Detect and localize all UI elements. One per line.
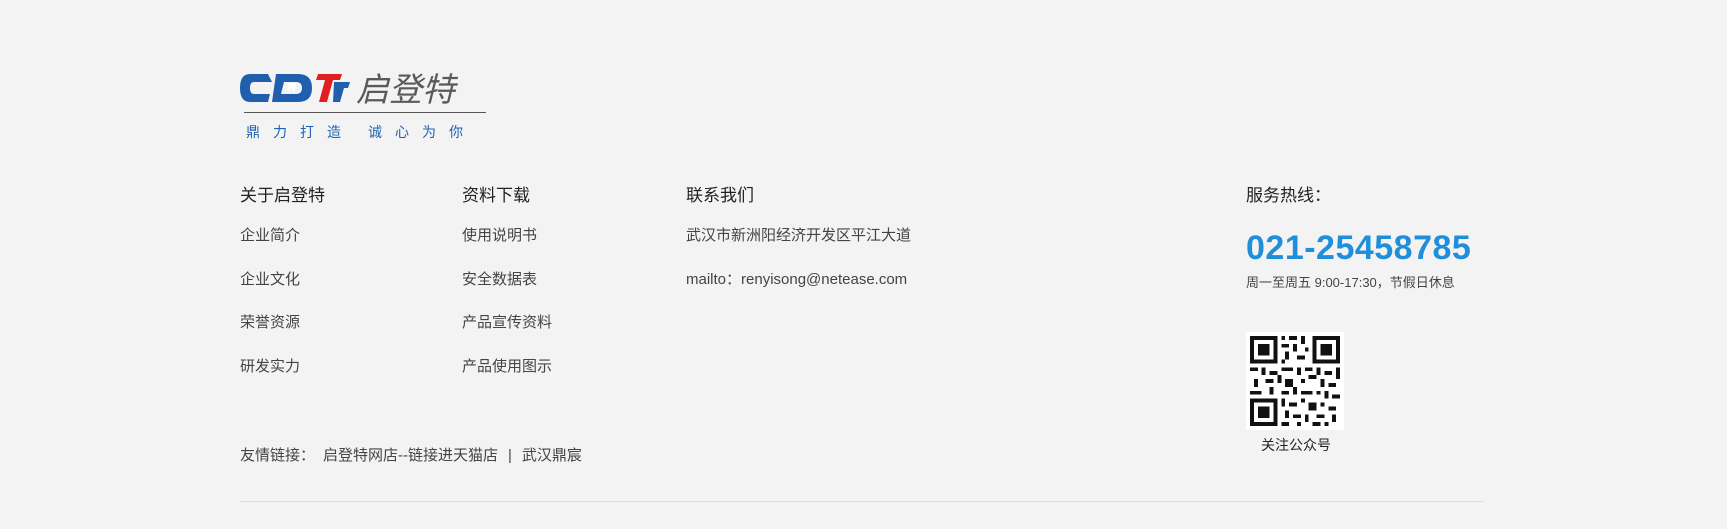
about-item-culture[interactable]: 企业文化 (240, 270, 325, 314)
about-column: 关于启登特 企业简介 企业文化 荣誉资源 研发实力 (240, 184, 325, 400)
friend-link-wuhan-dingchen[interactable]: 武汉鼎宸 (522, 447, 582, 464)
contact-title: 联系我们 (686, 186, 754, 205)
about-title: 关于启登特 (240, 186, 325, 205)
brand-tagline: 鼎力打造 诚心为你 (246, 122, 476, 142)
downloads-column: 资料下载 使用说明书 安全数据表 产品宣传资料 产品使用图示 (462, 184, 552, 400)
download-item-usage-diagram[interactable]: 产品使用图示 (462, 357, 552, 401)
tagline-part2: 诚心为你 (368, 124, 476, 140)
cdt-logo-icon: 启登特 (240, 70, 459, 109)
contact-email[interactable]: mailto：renyisong@netease.com (686, 270, 911, 314)
wechat-label: 关注公众号 (1261, 437, 1331, 453)
brand-name: 启登特 (356, 70, 459, 109)
site-footer: 启登特 鼎力打造 诚心为你 关于启登特 企业简介 企业文化 荣誉资源 研发实力 资… (0, 0, 1727, 529)
downloads-list: 使用说明书 安全数据表 产品宣传资料 产品使用图示 (462, 226, 552, 400)
contact-column: 联系我们 武汉市新洲阳经济开发区平江大道 mailto：renyisong@ne… (686, 184, 911, 313)
downloads-title: 资料下载 (462, 186, 530, 205)
friend-links-separator: | (508, 447, 512, 464)
friend-links: 友情链接： 启登特网店--链接进天猫店 | 武汉鼎宸 (240, 446, 582, 466)
logo-underline (244, 112, 486, 113)
download-item-safety-sheet[interactable]: 安全数据表 (462, 270, 552, 314)
about-item-rnd[interactable]: 研发实力 (240, 357, 325, 401)
contact-address: 武汉市新洲阳经济开发区平江大道 (686, 227, 912, 244)
wechat-qr: 关注公众号 (1246, 332, 1346, 454)
about-item-honors[interactable]: 荣誉资源 (240, 313, 325, 357)
download-item-manual[interactable]: 使用说明书 (462, 226, 552, 270)
hotline-hours: 周一至周五 9:00-17:30，节假日休息 (1246, 275, 1455, 290)
hotline-title: 服务热线： (1246, 186, 1331, 205)
about-item-intro[interactable]: 企业简介 (240, 226, 325, 270)
tagline-part1: 鼎力打造 (246, 124, 354, 140)
qr-code-icon (1246, 332, 1344, 430)
footer-divider (240, 501, 1484, 502)
friend-links-label: 友情链接： (240, 447, 316, 464)
about-list: 企业简介 企业文化 荣誉资源 研发实力 (240, 226, 325, 400)
download-item-brochure[interactable]: 产品宣传资料 (462, 313, 552, 357)
contact-list: 武汉市新洲阳经济开发区平江大道 mailto：renyisong@netease… (686, 226, 911, 313)
friend-link-tmall-store[interactable]: 启登特网店--链接进天猫店 (323, 447, 498, 464)
hotline-number[interactable]: 021-25458785 (1246, 228, 1506, 268)
brand-logo[interactable]: 启登特 鼎力打造 诚心为你 (238, 66, 498, 146)
hotline-section: 服务热线： 021-25458785 周一至周五 9:00-17:30，节假日休… (1246, 184, 1506, 453)
